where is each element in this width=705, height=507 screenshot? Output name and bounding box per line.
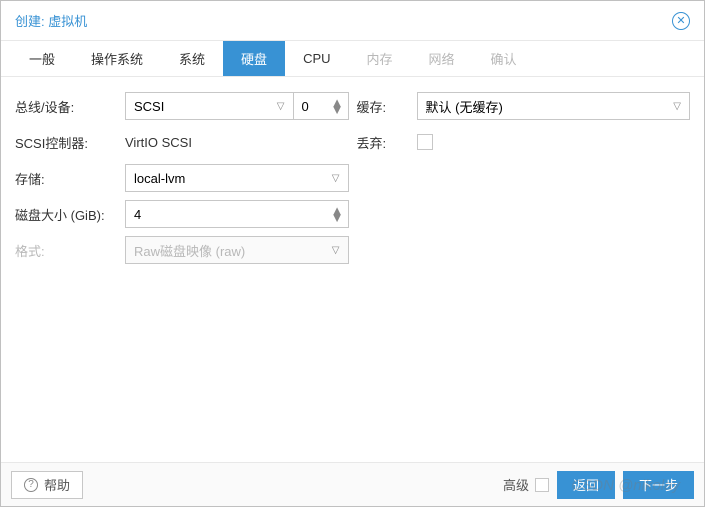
discard-label: 丢弃: xyxy=(357,133,417,152)
cache-select[interactable]: 默认 (无缓存) ▽ xyxy=(417,92,691,120)
tab-cpu[interactable]: CPU xyxy=(285,41,348,76)
scsi-row: SCSI控制器: VirtIO SCSI xyxy=(15,127,349,157)
form-panel: 总线/设备: SCSI ▽ 0 ▲▼ SCSI控制器: VirtIO SCSI … xyxy=(1,77,704,271)
back-button[interactable]: 返回 xyxy=(557,471,615,499)
discard-row: 丢弃: xyxy=(357,127,691,157)
bus-number-input[interactable]: 0 ▲▼ xyxy=(293,92,349,120)
chevron-down-icon: ▽ xyxy=(332,245,340,256)
disksize-label: 磁盘大小 (GiB): xyxy=(15,205,125,224)
format-label: 格式: xyxy=(15,241,125,260)
scsi-label: SCSI控制器: xyxy=(15,133,125,152)
discard-checkbox[interactable] xyxy=(417,134,433,150)
tab-system[interactable]: 系统 xyxy=(161,41,223,76)
close-icon[interactable]: ✕ xyxy=(672,12,690,30)
spinner-icon: ▲▼ xyxy=(331,93,344,119)
tab-general[interactable]: 一般 xyxy=(11,41,73,76)
bus-select[interactable]: SCSI ▽ xyxy=(125,92,293,120)
tab-disk[interactable]: 硬盘 xyxy=(223,41,285,76)
advanced-checkbox[interactable] xyxy=(535,478,549,492)
storage-row: 存储: local-lvm ▽ xyxy=(15,163,349,193)
chevron-down-icon: ▽ xyxy=(673,101,681,112)
tab-strip: 一般 操作系统 系统 硬盘 CPU 内存 网络 确认 xyxy=(1,41,704,77)
spinner-icon: ▲▼ xyxy=(331,201,344,227)
storage-label: 存储: xyxy=(15,169,125,188)
tab-confirm: 确认 xyxy=(473,41,535,76)
tab-network: 网络 xyxy=(411,41,473,76)
left-column: 总线/设备: SCSI ▽ 0 ▲▼ SCSI控制器: VirtIO SCSI … xyxy=(15,91,349,271)
footer: ? 帮助 高级 返回 下一步 xyxy=(1,462,704,506)
tab-os[interactable]: 操作系统 xyxy=(73,41,161,76)
disksize-row: 磁盘大小 (GiB): 4 ▲▼ xyxy=(15,199,349,229)
next-button[interactable]: 下一步 xyxy=(623,471,694,499)
cache-row: 缓存: 默认 (无缓存) ▽ xyxy=(357,91,691,121)
titlebar: 创建: 虚拟机 ✕ xyxy=(1,1,704,41)
bus-label: 总线/设备: xyxy=(15,97,125,116)
disksize-input[interactable]: 4 ▲▼ xyxy=(125,200,349,228)
help-icon: ? xyxy=(24,478,38,492)
chevron-down-icon: ▽ xyxy=(277,101,285,112)
advanced-toggle[interactable]: 高级 xyxy=(503,475,549,494)
help-button[interactable]: ? 帮助 xyxy=(11,471,83,499)
format-row: 格式: Raw磁盘映像 (raw) ▽ xyxy=(15,235,349,265)
bus-row: 总线/设备: SCSI ▽ 0 ▲▼ xyxy=(15,91,349,121)
format-select: Raw磁盘映像 (raw) ▽ xyxy=(125,236,349,264)
window-title: 创建: 虚拟机 xyxy=(15,11,87,30)
right-column: 缓存: 默认 (无缓存) ▽ 丢弃: xyxy=(357,91,691,271)
scsi-value: VirtIO SCSI xyxy=(125,135,192,150)
tab-memory: 内存 xyxy=(349,41,411,76)
cache-label: 缓存: xyxy=(357,97,417,116)
storage-select[interactable]: local-lvm ▽ xyxy=(125,164,349,192)
chevron-down-icon: ▽ xyxy=(332,173,340,184)
